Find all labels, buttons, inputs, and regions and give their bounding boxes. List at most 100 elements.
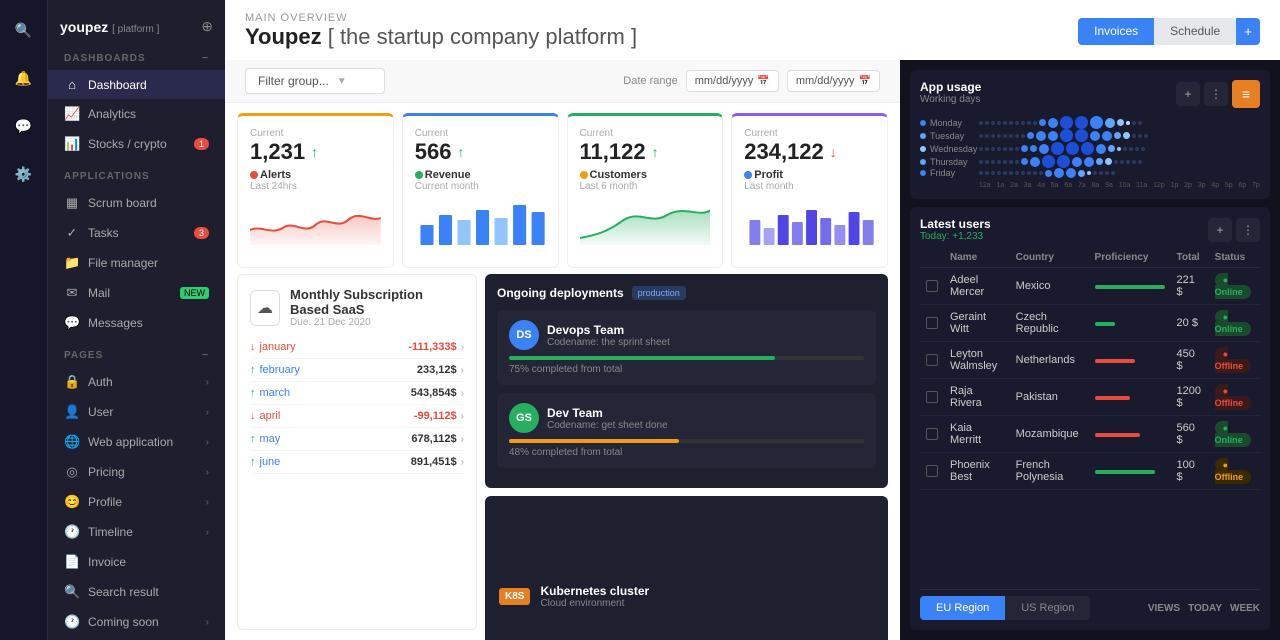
sidebar-item-stocks[interactable]: 📊 Stocks / crypto 1 — [48, 129, 225, 159]
dev-progress-bar — [509, 439, 864, 443]
calendar-icon-to: 📅 — [859, 76, 871, 87]
status-badge: ● Online — [1215, 310, 1251, 336]
row-checkbox[interactable] — [926, 354, 938, 366]
customers-chart — [580, 200, 711, 255]
revenue-dot — [415, 171, 423, 179]
revenue-chart — [415, 200, 546, 255]
sidebar-item-web-application[interactable]: 🌐 Web application › — [48, 427, 225, 457]
dashboards-collapse[interactable]: − — [202, 53, 209, 64]
sidebar-item-invoice[interactable]: 📄 Invoice — [48, 547, 225, 577]
monthly-row-april: ↓ april -99,112$ › — [250, 405, 464, 428]
invoices-button[interactable]: Invoices — [1078, 18, 1154, 45]
sidebar-item-coming-soon[interactable]: 🕐 Coming soon › — [48, 607, 225, 637]
status-badge: ● Offline — [1215, 347, 1252, 373]
timeline-arrow: › — [206, 527, 209, 538]
dot-row-wednesday: Wednesday — [920, 142, 1260, 155]
mail-icon: ✉ — [64, 285, 80, 301]
users-add-button[interactable]: + — [1208, 218, 1232, 242]
chat-icon[interactable]: 💬 — [10, 112, 38, 140]
sidebar-item-search-result[interactable]: 🔍 Search result — [48, 577, 225, 607]
page-title: Youpez [ the startup company platform ] — [245, 24, 637, 50]
sidebar-item-messages[interactable]: 💬 Messages — [48, 308, 225, 338]
pages-section: PAGES − — [48, 338, 225, 367]
february-trend: ↑ — [250, 364, 256, 376]
devops-progress-label: 75% completed from total — [509, 364, 864, 375]
pages-collapse[interactable]: − — [202, 350, 209, 361]
eu-region-tab[interactable]: EU Region — [920, 596, 1005, 620]
file-icon: 📁 — [64, 255, 80, 271]
jun-arrow: › — [461, 457, 464, 468]
row-checkbox[interactable] — [926, 317, 938, 329]
user-icon: 👤 — [64, 404, 80, 420]
dot-matrix-chart: Monday Tuesday — [920, 116, 1260, 189]
sidebar-item-pricing[interactable]: ◎ Pricing › — [48, 457, 225, 487]
deploy-item-devops: DS Devops Team Codename: the sprint shee… — [497, 310, 876, 385]
users-table-title: Latest users — [920, 217, 991, 231]
sidebar-item-tasks[interactable]: ✓ Tasks 3 — [48, 218, 225, 248]
sidebar-item-file-manager[interactable]: 📁 File manager — [48, 248, 225, 278]
app-usage-title: App usage — [920, 80, 981, 94]
invoice-icon: 📄 — [64, 554, 80, 570]
table-row: Raja Rivera Pakistan 1200 $ ● Offline — [920, 379, 1260, 416]
card-users: Current 11,122 ↑ Customers Last 6 month — [567, 113, 724, 268]
app-usage-menu-button[interactable]: ⋮ — [1204, 82, 1228, 106]
sidebar-toggle[interactable]: ⊕ — [201, 18, 213, 35]
monthly-row-march: ↑ march 543,854$ › — [250, 382, 464, 405]
sidebar-item-analytics[interactable]: 📈 Analytics — [48, 99, 225, 129]
messages-icon: 💬 — [64, 315, 80, 331]
devops-progress-bar — [509, 356, 864, 360]
dot-row-monday: Monday — [920, 116, 1260, 129]
metric-today: TODAY — [1188, 603, 1222, 614]
sidebar-item-profile[interactable]: 😊 Profile › — [48, 487, 225, 517]
dev-progress-fill — [509, 439, 679, 443]
date-range: Date range mm/dd/yyyy 📅 mm/dd/yyyy 📅 — [623, 70, 880, 92]
web-icon: 🌐 — [64, 434, 80, 450]
users-menu-button[interactable]: ⋮ — [1236, 218, 1260, 242]
sidebar-item-user[interactable]: 👤 User › — [48, 397, 225, 427]
sidebar-item-timeline[interactable]: 🕐 Timeline › — [48, 517, 225, 547]
calendar-icon-from: 📅 — [757, 76, 769, 87]
scrum-icon: ▦ — [64, 195, 80, 211]
main-header: MAIN OVERVIEW Youpez [ the startup compa… — [225, 0, 1280, 60]
profit-chart — [744, 200, 875, 255]
row-checkbox[interactable] — [926, 280, 938, 292]
row-checkbox[interactable] — [926, 465, 938, 477]
sidebar: 🔍 🔔 💬 ⚙️ youpez [ platform ] ⊕ DASHBOARD… — [0, 0, 225, 640]
schedule-button[interactable]: Schedule — [1154, 18, 1236, 45]
dot-row-tuesday: Tuesday — [920, 129, 1260, 142]
coming-soon-arrow: › — [206, 617, 209, 628]
bell-icon[interactable]: 🔔 — [10, 64, 38, 92]
may-arrow: › — [461, 434, 464, 445]
devops-progress-fill — [509, 356, 775, 360]
pricing-arrow: › — [206, 467, 209, 478]
table-row: Adeel Mercer Mexico 221 $ ● Online — [920, 268, 1260, 305]
monthly-title: Monthly Subscription Based SaaS — [290, 287, 464, 317]
dropdown-icon: ▼ — [337, 76, 347, 87]
sidebar-item-dashboard[interactable]: ⌂ Dashboard — [48, 70, 225, 99]
users-today-count: Today: +1,233 — [920, 231, 991, 242]
table-row: Leyton Walmsley Netherlands 450 $ ● Offl… — [920, 342, 1260, 379]
us-region-tab[interactable]: US Region — [1005, 596, 1090, 620]
settings-icon[interactable]: ⚙️ — [10, 160, 38, 188]
date-to-input[interactable]: mm/dd/yyyy 📅 — [787, 70, 880, 92]
date-from-input[interactable]: mm/dd/yyyy 📅 — [686, 70, 779, 92]
sidebar-item-auth[interactable]: 🔒 Auth › — [48, 367, 225, 397]
dev-avatar: GS — [509, 403, 539, 433]
filter-group-select[interactable]: Filter group... ▼ — [245, 68, 385, 94]
sidebar-item-mail[interactable]: ✉ Mail NEW — [48, 278, 225, 308]
app-usage-filter-button[interactable]: ≡ — [1232, 80, 1260, 108]
right-panel: App usage Working days + ⋮ ≡ — [900, 60, 1280, 640]
user-arrow: › — [206, 407, 209, 418]
row-checkbox[interactable] — [926, 428, 938, 440]
monthly-card: ☁ Monthly Subscription Based SaaS Due: 2… — [237, 274, 477, 630]
sidebar-item-scrum[interactable]: ▦ Scrum board — [48, 188, 225, 218]
top-cards-row: Current 1,231 ↑ Alerts Last 24hrs — [225, 103, 900, 274]
card-reviews: Current 1,231 ↑ Alerts Last 24hrs — [237, 113, 394, 268]
search-icon[interactable]: 🔍 — [10, 16, 38, 44]
monthly-row-february: ↑ february 233,12$ › — [250, 359, 464, 382]
row-checkbox[interactable] — [926, 391, 938, 403]
app-usage-subtitle: Working days — [920, 94, 981, 105]
downloads-trend-down: ↓ — [830, 144, 837, 160]
add-button[interactable]: + — [1236, 18, 1260, 45]
app-usage-add-button[interactable]: + — [1176, 82, 1200, 106]
